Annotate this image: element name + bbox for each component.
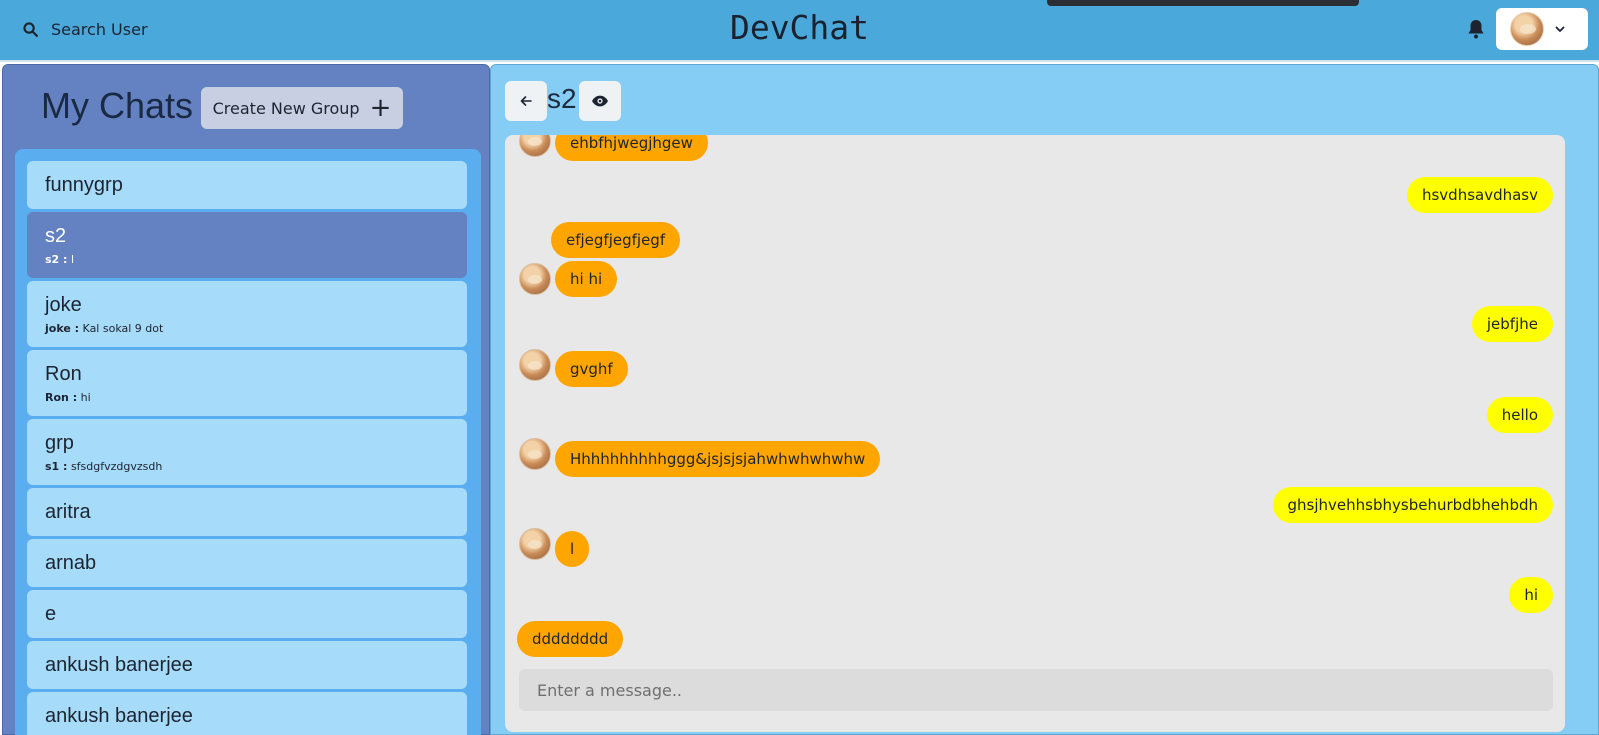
my-chats-heading: My Chats [41,85,194,126]
chat-name: ankush banerjee [45,704,193,727]
outgoing-message: hi [1509,577,1553,613]
chat-last-sender: Ron : [45,390,78,404]
incoming-message: l [555,531,590,567]
chat-list-item[interactable]: e [27,590,467,638]
chevron-down-icon [1555,26,1565,33]
chat-last-text: l [70,252,74,266]
sender-avatar[interactable] [519,135,551,157]
chat-name: joke [45,293,82,316]
arrow-left-icon [520,96,532,106]
chat-last-sender: joke : [45,321,80,335]
chat-list-item[interactable]: arnab [27,539,467,587]
eye-icon [592,95,608,107]
chat-last-text: sfsdgfvzdgvzsdh [70,459,163,473]
message-input[interactable] [519,669,1553,711]
plus-icon: + [369,93,392,123]
sender-avatar[interactable] [519,528,551,560]
chat-name: arnab [45,551,97,574]
chat-name: Ron [45,362,82,385]
chat-last-message: s2 : l [45,253,449,266]
bell-icon[interactable] [1464,17,1488,41]
chat-name: e [45,602,57,625]
sender-avatar[interactable] [519,349,551,381]
chat-list-item[interactable]: Ron Ron : hi [27,350,467,416]
create-new-group-label: Create New Group [212,98,360,118]
app-title: DevChat [729,8,870,47]
chat-list-item[interactable]: joke joke : Kal sokal 9 dot [27,281,467,347]
chat-name: aritra [45,500,91,523]
outgoing-message: ghsjhvehhsbhysbehurbdbhehbdh [1272,487,1553,523]
sender-avatar[interactable] [519,263,551,295]
back-button[interactable] [505,81,547,121]
chat-name: s2 [45,224,67,247]
top-header: Search User DevChat [0,0,1599,62]
chat-last-text: Kal sokal 9 dot [82,321,164,335]
chat-name: grp [45,431,74,454]
view-profile-button[interactable] [579,81,621,121]
chat-list-item[interactable]: funnygrp [27,161,467,209]
chat-last-message: s1 : sfsdgfvzdgvzsdh [45,460,449,473]
outgoing-message: hello [1486,397,1553,433]
incoming-message: ehbfhjwegjhgew [555,135,708,161]
chat-name: ankush banerjee [45,653,193,676]
chat-title: s2 [547,83,577,114]
chat-list-item[interactable]: ankush banerjee [27,692,467,735]
message-area: ehbfhjwegjhgew hsvdhsavdhasv efjegfjegfj… [505,135,1565,732]
sender-avatar[interactable] [519,438,551,470]
outgoing-message: jebfjhe [1471,306,1553,342]
chat-list: funnygrp s2 s2 : l joke joke : Kal sokal… [15,149,481,735]
incoming-message: gvghf [555,351,628,387]
incoming-message: hi hi [555,261,618,297]
create-new-group-button[interactable]: Create New Group + [201,87,403,129]
my-chats-panel: My Chats Create New Group + funnygrp s2 … [2,64,490,735]
chat-last-message: joke : Kal sokal 9 dot [45,322,449,335]
avatar [1510,12,1544,46]
incoming-message: dddddddd [517,621,624,657]
chat-last-text: hi [80,390,91,404]
incoming-message: Hhhhhhhhhhggg&jsjsjsjahwhwhwhwhw [555,441,881,477]
chat-list-item-selected[interactable]: s2 s2 : l [27,212,467,278]
chat-last-sender: s1 : [45,459,68,473]
chat-panel: s2 ehbfhjwegjhgew hsvdhsavdhasv efjegfje… [490,64,1599,735]
chat-list-item[interactable]: ankush banerjee [27,641,467,689]
incoming-message: efjegfjegfjegf [551,222,681,258]
outgoing-message: hsvdhsavdhasv [1406,177,1553,213]
message-list[interactable]: ehbfhjwegjhgew hsvdhsavdhasv efjegfjegfj… [505,135,1565,670]
chat-list-item[interactable]: aritra [27,488,467,536]
chat-last-sender: s2 : [45,252,68,266]
top-overlay-bar [1047,0,1359,6]
profile-menu-button[interactable] [1496,8,1588,50]
chat-name: funnygrp [45,173,123,196]
chat-last-message: Ron : hi [45,391,449,404]
chat-list-item[interactable]: grp s1 : sfsdgfvzdgvzsdh [27,419,467,485]
